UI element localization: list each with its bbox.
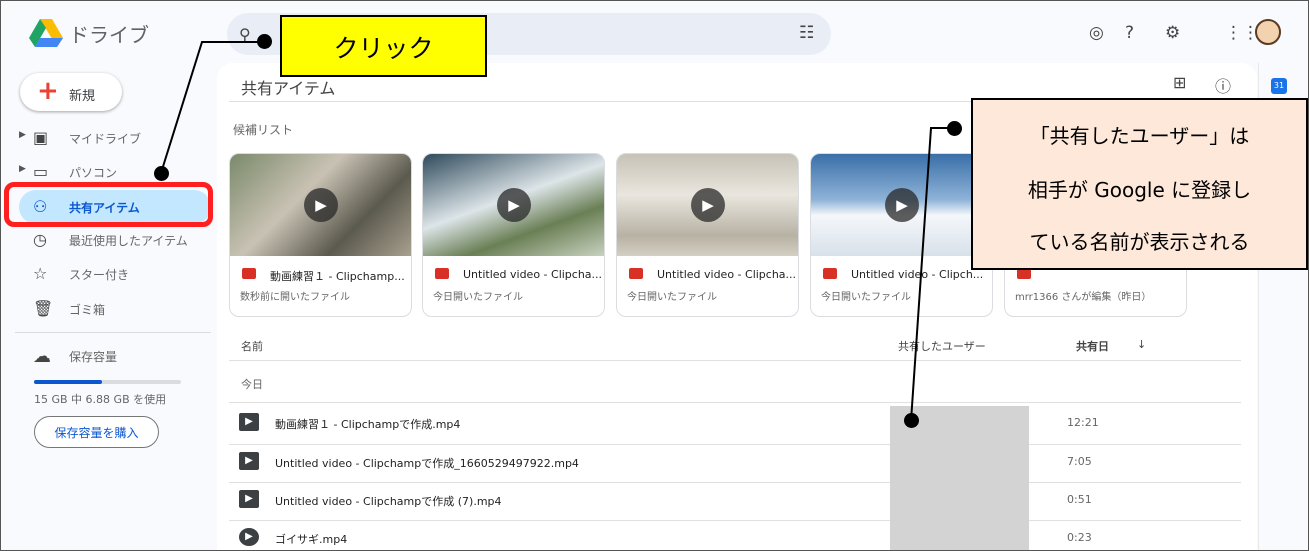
annotation-connectors [160, 41, 953, 422]
connector-dot [154, 166, 169, 181]
connector-dot [947, 121, 962, 136]
connector-dot [904, 413, 919, 428]
connector-dot [257, 34, 272, 49]
app-window: ドライブ ⚲ ☷ ◎ ? ⚙ ⋮⋮ + 新規 ▶ ▣ マイドライブ ▶ ▭ パソ… [0, 0, 1309, 551]
